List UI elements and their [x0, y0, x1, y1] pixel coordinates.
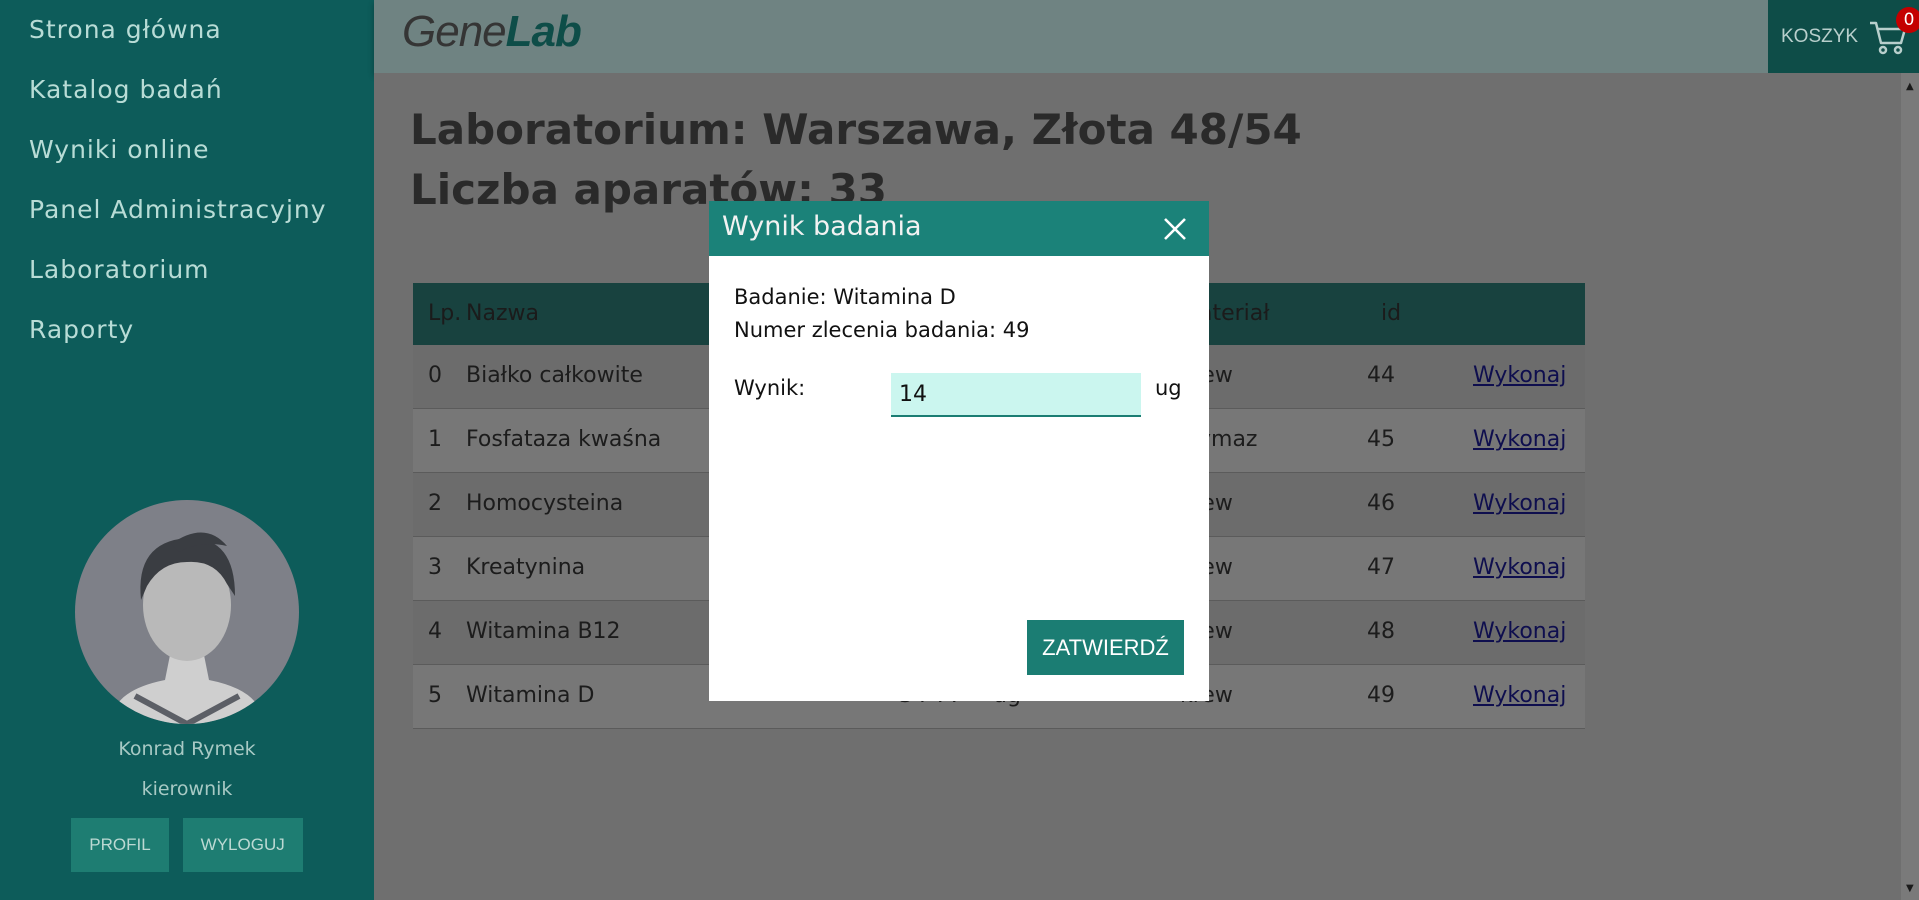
execute-link[interactable]: Wykonaj — [1473, 345, 1566, 407]
cell-id: 47 — [1367, 555, 1395, 580]
cell-lp: 4 — [428, 619, 442, 644]
sidebar: Strona główna Katalog badań Wyniki onlin… — [0, 0, 374, 900]
dialog-header: Wynik badania — [709, 201, 1209, 256]
cart-label: KOSZYK — [1781, 26, 1859, 47]
cell-id: 45 — [1367, 427, 1395, 452]
cell-id: 48 — [1367, 619, 1395, 644]
execute-link[interactable]: Wykonaj — [1473, 665, 1566, 727]
cell-name: Homocysteina — [466, 491, 624, 516]
cell-name: Kreatynina — [466, 555, 586, 580]
profile-actions: PROFIL WYLOGUJ — [0, 818, 374, 872]
header-id: id — [1381, 301, 1402, 326]
nav-reports[interactable]: Raporty — [0, 312, 374, 372]
sidebar-nav: Strona główna Katalog badań Wyniki onlin… — [0, 0, 374, 372]
avatar — [75, 500, 299, 724]
header-lp: Lp. — [428, 301, 462, 326]
cart-count-badge: 0 — [1896, 7, 1919, 33]
result-input[interactable] — [891, 373, 1141, 417]
logo-gene: Gene — [402, 7, 507, 56]
nav-laboratory[interactable]: Laboratorium — [0, 252, 374, 312]
execute-link[interactable]: Wykonaj — [1473, 409, 1566, 471]
user-name: Konrad Rymek — [118, 738, 256, 760]
result-unit: ug — [1155, 376, 1182, 400]
cell-name: Białko całkowite — [466, 363, 643, 388]
logo-lab: Lab — [505, 7, 582, 56]
top-header: GeneLab KOSZYK 0 — [374, 0, 1919, 73]
logout-button[interactable]: WYLOGUJ — [182, 818, 303, 872]
profile-button[interactable]: PROFIL — [71, 818, 169, 872]
nav-admin-panel[interactable]: Panel Administracyjny — [0, 192, 374, 252]
cell-name: Witamina B12 — [466, 619, 621, 644]
user-profile: Konrad Rymek kierownik PROFIL WYLOGUJ — [0, 500, 374, 872]
cell-lp: 5 — [428, 683, 442, 708]
nav-home[interactable]: Strona główna — [0, 12, 374, 72]
nav-test-catalog[interactable]: Katalog badań — [0, 72, 374, 132]
cell-lp: 2 — [428, 491, 442, 516]
cell-name: Witamina D — [466, 683, 595, 708]
submit-button[interactable]: ZATWIERDŹ — [1027, 620, 1184, 675]
lab-address: Laboratorium: Warszawa, Złota 48/54 — [410, 105, 1302, 154]
close-icon[interactable] — [1163, 217, 1187, 241]
cell-id: 44 — [1367, 363, 1395, 388]
result-dialog: Wynik badania Badanie: Witamina D Numer … — [709, 201, 1209, 701]
logo[interactable]: GeneLab — [402, 6, 582, 57]
user-silhouette-icon — [115, 532, 259, 724]
cell-id: 46 — [1367, 491, 1395, 516]
cell-name: Fosfataza kwaśna — [466, 427, 662, 452]
execute-link[interactable]: Wykonaj — [1473, 537, 1566, 599]
cell-lp: 3 — [428, 555, 442, 580]
cart-button[interactable]: KOSZYK 0 — [1768, 0, 1919, 73]
dialog-title: Wynik badania — [722, 211, 922, 242]
test-name: Badanie: Witamina D — [734, 285, 956, 309]
cell-lp: 0 — [428, 363, 442, 388]
nav-online-results[interactable]: Wyniki online — [0, 132, 374, 192]
execute-link[interactable]: Wykonaj — [1473, 601, 1566, 663]
user-role: kierownik — [141, 778, 233, 800]
execute-link[interactable]: Wykonaj — [1473, 473, 1566, 535]
scroll-down-arrow-icon[interactable]: ▼ — [1906, 883, 1914, 894]
cell-id: 49 — [1367, 683, 1395, 708]
cell-lp: 1 — [428, 427, 442, 452]
order-number: Numer zlecenia badania: 49 — [734, 318, 1030, 342]
scrollbar[interactable]: ▲ ▼ — [1901, 73, 1919, 900]
header-name: Nazwa — [466, 301, 539, 326]
scroll-up-arrow-icon[interactable]: ▲ — [1906, 81, 1914, 92]
result-label: Wynik: — [734, 376, 806, 400]
